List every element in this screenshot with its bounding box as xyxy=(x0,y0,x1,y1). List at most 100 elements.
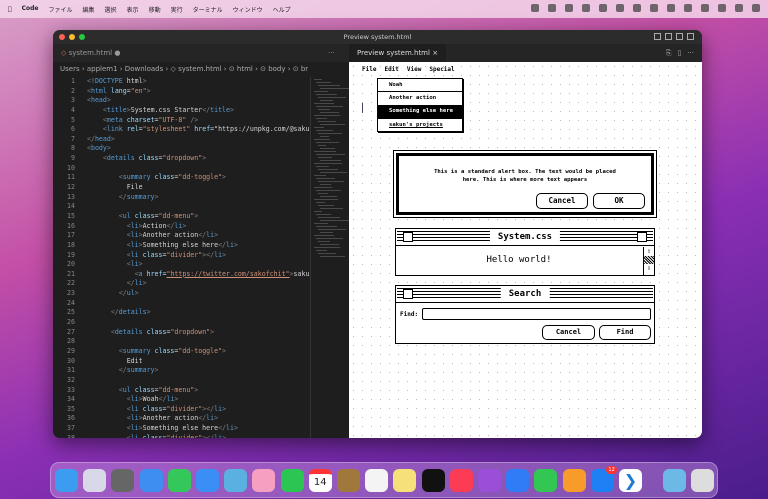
code-line[interactable]: 5 <meta charset="UTF-8" /> xyxy=(53,116,310,126)
dock-apple-tv-icon[interactable] xyxy=(421,469,445,492)
code-line[interactable]: 9 <details class="dropdown"> xyxy=(53,154,310,164)
menu-4[interactable]: 表示 xyxy=(127,5,139,14)
menu-item-woah[interactable]: Woah xyxy=(378,79,462,92)
dock-launchpad-icon[interactable] xyxy=(83,469,107,492)
code-line[interactable]: 15 <ul class="dd-menu"> xyxy=(53,212,310,222)
code-line[interactable]: 3 <head> xyxy=(53,96,310,106)
code-line[interactable]: 10 xyxy=(53,164,310,174)
window-title-bar[interactable]: Search xyxy=(396,286,654,303)
code-line[interactable]: 24 xyxy=(53,299,310,309)
dock-reminders-icon[interactable] xyxy=(365,469,389,492)
dock-contacts-icon[interactable] xyxy=(337,469,360,492)
code-line[interactable]: 23 </ul> xyxy=(53,289,310,299)
layout-icon[interactable] xyxy=(654,33,661,40)
code-line[interactable]: 14 xyxy=(53,202,310,212)
code-line[interactable]: 6 <link rel="stylesheet" href="https://u… xyxy=(53,125,310,135)
menu-6[interactable]: 実行 xyxy=(171,5,183,14)
dock-messages-icon[interactable] xyxy=(167,469,191,492)
code-line[interactable]: 34 <li>Woah</li> xyxy=(53,395,310,405)
open-source-icon[interactable]: ⎘ xyxy=(666,49,672,58)
code-line[interactable]: 26 xyxy=(53,318,310,328)
apple-icon[interactable]:  xyxy=(8,6,12,13)
find-input[interactable] xyxy=(422,308,651,320)
code-line[interactable]: 21 <a href="https://twitter.com/sakofchi… xyxy=(53,270,310,280)
ok-button[interactable]: OK xyxy=(593,193,645,209)
menu-0[interactable]: Code xyxy=(22,5,39,14)
dock-facetime-icon[interactable] xyxy=(280,469,304,492)
code-line[interactable]: 19 <li class="divider"></li> xyxy=(53,251,310,261)
menu-9[interactable]: ヘルプ xyxy=(273,5,291,14)
zoom-button[interactable] xyxy=(79,34,85,40)
dock-maps-icon[interactable] xyxy=(224,469,248,492)
code-line[interactable]: 13 </summary> xyxy=(53,193,310,203)
preview-menu-edit[interactable]: Edit xyxy=(384,66,398,73)
dock-finder-icon[interactable] xyxy=(55,469,78,492)
code-line[interactable]: 35 <li class="divider"></li> xyxy=(53,405,310,415)
dock-pages-icon[interactable] xyxy=(562,469,586,492)
code-line[interactable]: 29 <summary class="dd-toggle"> xyxy=(53,347,310,357)
code-line[interactable]: 1 <!DOCTYPE html> xyxy=(53,77,310,87)
preview-menu-file[interactable]: File xyxy=(362,66,376,73)
preview-menu-view[interactable]: View xyxy=(407,66,421,73)
close-box[interactable] xyxy=(403,289,413,299)
dock-music-icon[interactable] xyxy=(449,469,473,492)
menu-1[interactable]: ファイル xyxy=(49,5,73,14)
dock-app-store-icon[interactable]: 12 xyxy=(590,466,617,492)
code-line[interactable]: 4 <title>System.css Starter</title> xyxy=(53,106,310,116)
breadcrumb[interactable]: Users › applem1 › Downloads › ◇ system.h… xyxy=(53,62,349,77)
menu-item-something-else[interactable]: Something else here xyxy=(378,105,462,118)
menu-item-another-action[interactable]: Another action xyxy=(378,92,462,105)
code-line[interactable]: 30 Edit xyxy=(53,357,310,367)
more-actions-button[interactable]: ··· xyxy=(328,44,335,62)
dock-system-preferences-icon[interactable] xyxy=(111,469,135,492)
minimap[interactable] xyxy=(310,77,349,438)
preview-menu-special[interactable]: Special xyxy=(429,66,454,73)
cancel-button[interactable]: Cancel xyxy=(536,193,588,209)
cancel-button[interactable]: Cancel xyxy=(542,325,595,340)
code-line[interactable]: 36 <li>Another action</li> xyxy=(53,414,310,424)
close-tab-icon[interactable]: × xyxy=(432,49,438,57)
dock-safari-icon[interactable] xyxy=(139,469,163,492)
code-line[interactable]: 16 <li>Action</li> xyxy=(53,222,310,232)
dock-calendar-icon[interactable]: 14 xyxy=(308,469,332,492)
code-line[interactable]: 38 <li class="divider"></li> xyxy=(53,434,310,438)
window-title-bar[interactable]: System.css xyxy=(396,229,654,246)
tab-preview[interactable]: Preview system.html × xyxy=(349,44,447,62)
code-line[interactable]: 32 xyxy=(53,376,310,386)
code-line[interactable]: 11 <summary class="dd-toggle"> xyxy=(53,173,310,183)
code-line[interactable]: 17 <li>Another action</li> xyxy=(53,231,310,241)
menu-item-projects-link[interactable]: sakun's projects xyxy=(378,118,462,132)
dock-photos-icon[interactable] xyxy=(252,469,276,492)
code-line[interactable]: 27 <details class="dropdown"> xyxy=(53,328,310,338)
dock-vscode-icon[interactable]: ❯ xyxy=(619,469,642,492)
dock-notes-icon[interactable] xyxy=(393,469,417,492)
layout-icon[interactable] xyxy=(665,33,672,40)
code-line[interactable]: 31 </summary> xyxy=(53,366,310,376)
dock-mail-icon[interactable] xyxy=(196,469,219,492)
dock-trash-icon[interactable] xyxy=(691,469,714,492)
split-editor-icon[interactable]: ▯ xyxy=(677,49,681,58)
code-line[interactable]: 20 <li> xyxy=(53,260,310,270)
code-line[interactable]: 33 <ul class="dd-menu"> xyxy=(53,386,310,396)
dock-keynote-icon[interactable] xyxy=(506,469,530,492)
code-editor[interactable]: 1 <!DOCTYPE html> 2 <html lang="en"> 3 <head>… xyxy=(53,77,310,438)
layout-icon[interactable] xyxy=(676,33,683,40)
code-line[interactable]: 37 <li>Something else here</li> xyxy=(53,424,310,434)
resize-box[interactable] xyxy=(637,232,647,242)
tab-system-html[interactable]: ◇ system.html ● ··· xyxy=(53,44,349,62)
close-box[interactable] xyxy=(403,232,413,242)
code-line[interactable]: 25 </details> xyxy=(53,308,310,318)
close-button[interactable] xyxy=(59,34,65,40)
code-line[interactable]: 8 <body> xyxy=(53,144,310,154)
minimize-button[interactable] xyxy=(69,34,75,40)
more-icon[interactable]: ··· xyxy=(687,49,694,58)
customize-layout-icon[interactable] xyxy=(687,33,694,40)
scrollbar[interactable]: ⇧ ⇩ xyxy=(643,247,654,276)
menu-7[interactable]: ターミナル xyxy=(193,5,223,14)
code-line[interactable]: 2 <html lang="en"> xyxy=(53,87,310,97)
menu-5[interactable]: 移動 xyxy=(149,5,161,14)
code-line[interactable]: 22 </li> xyxy=(53,279,310,289)
dock-downloads-icon[interactable] xyxy=(663,469,686,492)
code-line[interactable]: 7 </head> xyxy=(53,135,310,145)
code-line[interactable]: 28 xyxy=(53,337,310,347)
